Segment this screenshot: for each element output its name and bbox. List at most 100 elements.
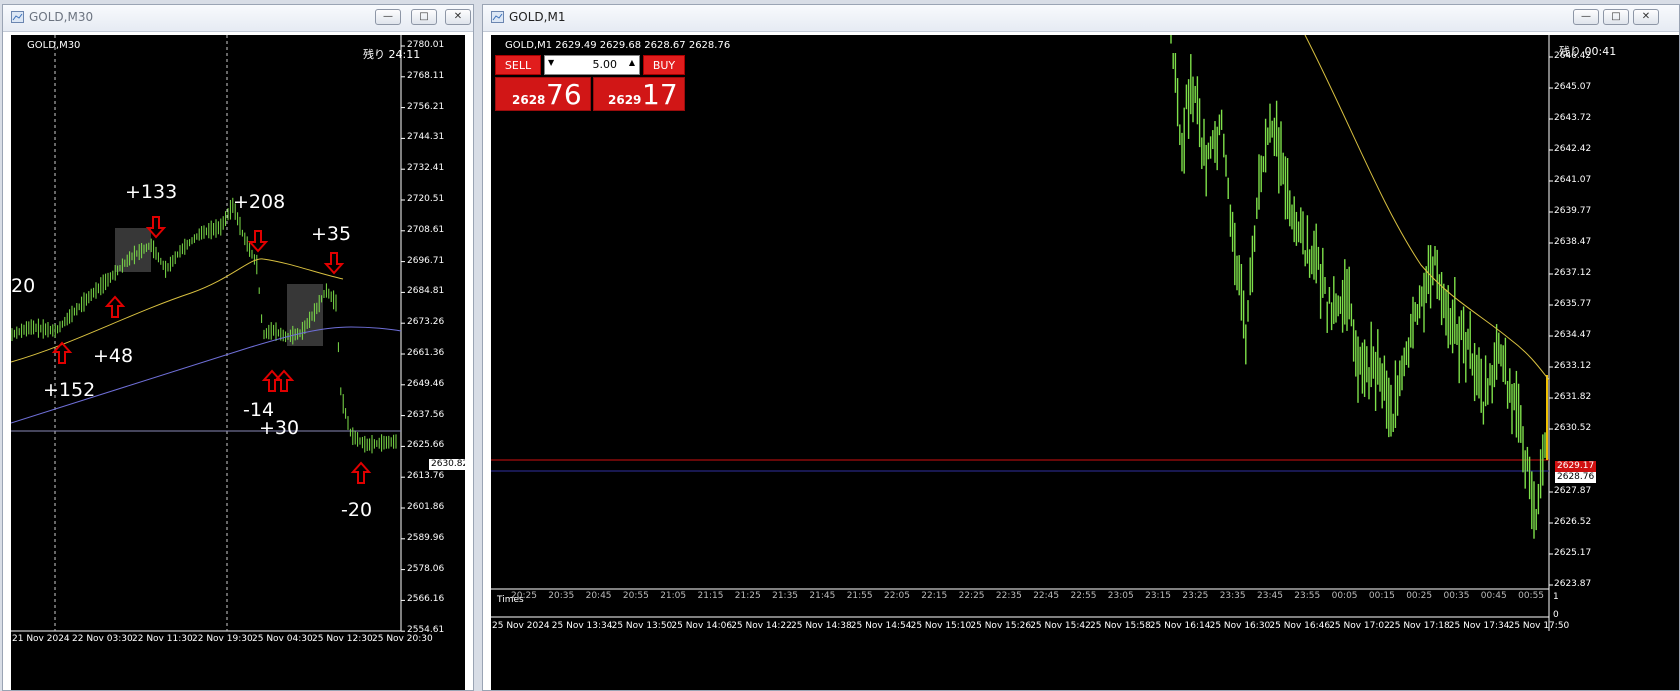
- window-titlebar[interactable]: GOLD,M1 — □ ✕: [483, 5, 1679, 32]
- time-axis-label: 25 Nov 04:30: [252, 634, 313, 644]
- profit-annotation: +152: [43, 379, 96, 401]
- price-axis-label: 2708.61: [407, 224, 445, 235]
- subwindow-axis-label: 0: [1553, 610, 1559, 620]
- price-axis-label: 2645.07: [1554, 82, 1592, 92]
- subwindow-time-label: 00:45: [1480, 591, 1507, 601]
- maximize-button[interactable]: □: [411, 9, 437, 25]
- maximize-button[interactable]: □: [1603, 9, 1629, 25]
- time-axis-label: 25 Nov 15:10: [910, 621, 972, 631]
- subwindow-time-label: 23:55: [1294, 591, 1321, 601]
- price-axis-label: 2637.12: [1554, 268, 1592, 278]
- price-axis-label: 2589.96: [407, 532, 445, 543]
- ask-price-tag: 2629.17: [1555, 461, 1597, 472]
- window-titlebar[interactable]: GOLD,M30 — □ ✕: [3, 5, 473, 32]
- price-axis-label: 2684.81: [407, 286, 445, 297]
- time-axis-label: 25 Nov 13:50: [611, 621, 673, 631]
- volume-down-icon[interactable]: ▼: [548, 58, 554, 67]
- time-axis-label: 25 Nov 20:30: [372, 634, 433, 644]
- price-axis-label: 2626.52: [1554, 517, 1592, 527]
- subwindow-time-label: 20:35: [548, 591, 575, 601]
- subwindow-time-label: 22:55: [1070, 591, 1097, 601]
- subwindow-axis-label: 1: [1553, 592, 1559, 602]
- profit-annotation: +35: [311, 223, 352, 245]
- buy-price-panel[interactable]: 2629 17: [593, 77, 685, 111]
- buy-arrow-icon: [104, 295, 126, 318]
- price-axis-label: 2633.12: [1554, 361, 1592, 371]
- time-axis-label: 25 Nov 15:58: [1090, 621, 1151, 631]
- buy-arrow-icon: [273, 369, 295, 392]
- subwindow-time-label: 21:45: [809, 591, 836, 601]
- time-axis-label: 25 Nov 17:34: [1448, 621, 1510, 631]
- candles-group: [1170, 35, 1546, 539]
- profit-annotation: 20: [11, 275, 36, 297]
- subwindow-time-label: 21:15: [697, 591, 724, 601]
- time-axis-label: 25 Nov 15:42: [1030, 621, 1091, 631]
- subwindow-time-label: 20:45: [585, 591, 612, 601]
- window-title: GOLD,M30: [29, 10, 94, 24]
- subwindow-time-label: 00:35: [1443, 591, 1470, 601]
- close-button[interactable]: ✕: [1633, 9, 1659, 25]
- sell-button[interactable]: SELL: [495, 55, 541, 75]
- price-axis-label: 2578.06: [407, 563, 445, 574]
- sell-price-panel[interactable]: 2628 76: [495, 77, 591, 111]
- profit-annotation: +30: [259, 417, 300, 439]
- time-axis-label: 25 Nov 16:46: [1269, 621, 1331, 631]
- price-axis-label: 2625.66: [407, 440, 445, 451]
- subwindow-time-label: 22:25: [958, 591, 985, 601]
- buy-arrow-icon: [51, 341, 73, 364]
- subwindow-time-label: 00:55: [1518, 591, 1545, 601]
- volume-value[interactable]: 5.00: [593, 58, 618, 71]
- subwindow-time-label: 21:35: [772, 591, 799, 601]
- subwindow-time-label: 20:55: [622, 591, 649, 601]
- chart-window-gold-m1[interactable]: GOLD,M1 — □ ✕ GOLD,M1 2629.49 2629.68 26…: [482, 4, 1680, 691]
- profit-annotation: +48: [93, 345, 134, 367]
- price-axis-label: 2649.46: [407, 378, 445, 389]
- chart-symbol-label: GOLD,M30: [27, 40, 81, 51]
- time-axis-label: 25 Nov 14:54: [850, 621, 912, 631]
- chart-symbol-label: GOLD,M1 2629.49 2629.68 2628.67 2628.76: [505, 40, 731, 51]
- price-axis-label: 2673.26: [407, 317, 445, 328]
- price-axis-label: 2744.31: [407, 132, 445, 143]
- price-axis-label: 2627.87: [1554, 486, 1592, 496]
- close-button[interactable]: ✕: [445, 9, 471, 25]
- price-axis-label: 2631.82: [1554, 392, 1592, 402]
- time-axis-label: 25 Nov 17:50: [1508, 621, 1570, 631]
- subwindow-time-label: 22:15: [921, 591, 948, 601]
- chart-window-icon: [491, 11, 504, 23]
- time-axis-label: 22 Nov 19:30: [192, 634, 253, 644]
- price-axis-label: 2613.76: [407, 471, 445, 482]
- chart-window-gold-m30[interactable]: GOLD,M30 — □ ✕ GOLD,M30 残り 24:11 20 +133 +…: [2, 4, 474, 691]
- price-axis-label: 2638.47: [1554, 237, 1592, 247]
- subwindow-time-label: 21:25: [734, 591, 761, 601]
- time-axis-label: 25 Nov 16:14: [1149, 621, 1211, 631]
- subwindow-time-label: 22:05: [884, 591, 910, 601]
- time-axis-label: 21 Nov 2024: [12, 634, 70, 644]
- chart-canvas[interactable]: GOLD,M30 残り 24:11 20 +133 +208 +35 +48 +152 -1…: [11, 35, 465, 690]
- minimize-button[interactable]: —: [1573, 9, 1599, 25]
- price-axis-label: 2732.41: [407, 163, 445, 174]
- price-axis-label: 2635.77: [1554, 299, 1592, 309]
- time-axis-label: 25 Nov 17:02: [1329, 621, 1390, 631]
- chart-canvas[interactable]: GOLD,M1 2629.49 2629.68 2628.67 2628.76 …: [491, 35, 1679, 690]
- time-axis-label: 22 Nov 11:30: [132, 634, 193, 644]
- price-axis-label: 2661.36: [407, 348, 445, 358]
- sell-price-pips: 76: [546, 78, 582, 111]
- window-title: GOLD,M1: [509, 10, 566, 24]
- minimize-button[interactable]: —: [375, 9, 401, 25]
- price-axis-label: 2780.01: [407, 40, 445, 50]
- buy-arrow-icon: [350, 461, 372, 484]
- time-axis-label: 25 Nov 14:38: [791, 621, 852, 631]
- subwindow-title: Times: [497, 595, 524, 605]
- chart-window-icon: [11, 11, 24, 23]
- price-axis-label: 2646.42: [1554, 51, 1592, 61]
- subwindow-time-label: 21:05: [660, 591, 687, 601]
- price-axis-label: 2630.52: [1554, 423, 1592, 433]
- subwindow-time-label: 23:35: [1219, 591, 1246, 601]
- sell-arrow-icon: [247, 230, 269, 253]
- buy-button[interactable]: BUY: [643, 55, 685, 75]
- time-axis-label: 25 Nov 12:30: [312, 634, 373, 644]
- volume-up-icon[interactable]: ▲: [629, 58, 635, 67]
- subwindow-time-label: 23:25: [1182, 591, 1209, 601]
- volume-stepper[interactable]: ▼ 5.00 ▲: [544, 55, 640, 75]
- time-axis-label: 25 Nov 13:34: [551, 621, 613, 631]
